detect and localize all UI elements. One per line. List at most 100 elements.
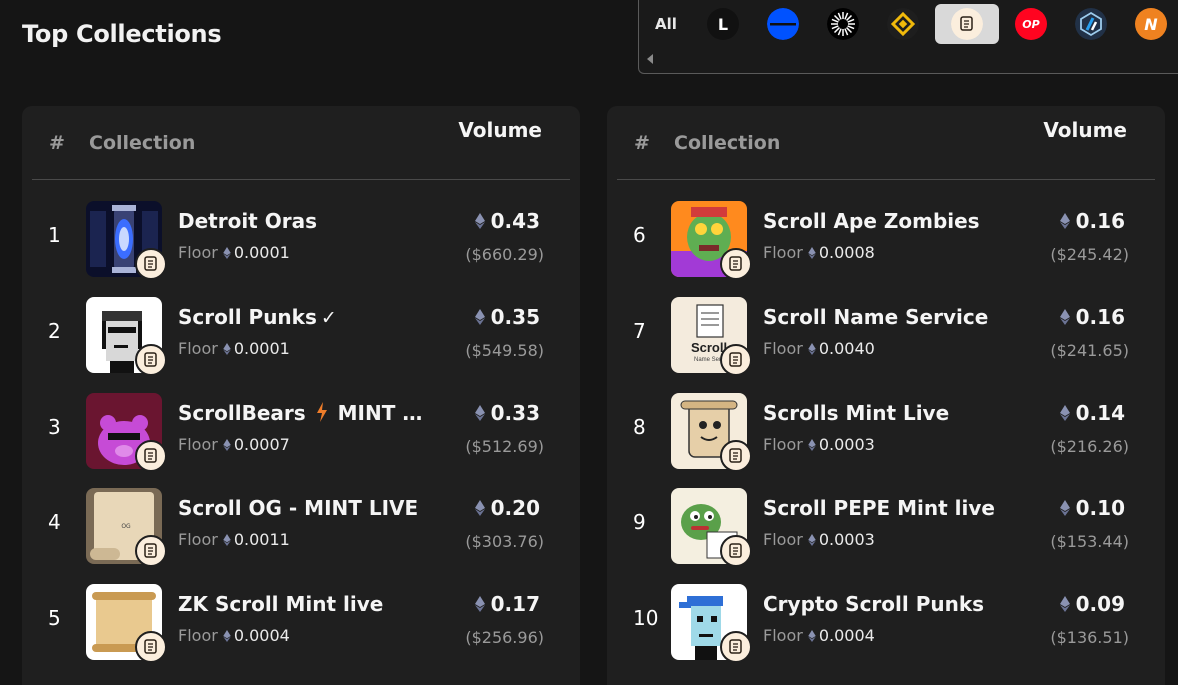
volume-eth: 0.43 [474, 209, 540, 233]
volume-eth: 0.09 [1059, 592, 1125, 617]
eth-icon [474, 500, 485, 517]
collection-name-text: Crypto Scroll Punks [763, 592, 985, 617]
col-volume-header[interactable]: Volume [458, 118, 542, 142]
volume-value: 0.17 [490, 592, 540, 617]
table-header: # Collection Volume [617, 106, 1155, 180]
col-rank-header: # [634, 132, 650, 154]
collection-name[interactable]: ScrollBears MINT LI... [178, 401, 433, 425]
collections-panel-left: # Collection Volume 1 Detroit Oras Floor… [22, 106, 580, 685]
base-icon [767, 8, 799, 40]
collection-row[interactable]: 7 Scroll Name Serv Scroll Name Service Fl… [607, 293, 1165, 389]
collection-name-text: Detroit Oras [178, 209, 317, 233]
volume-eth: 0.16 [1059, 305, 1125, 329]
collection-name[interactable]: Crypto Scroll Punks [763, 592, 984, 616]
eth-icon [1059, 596, 1070, 613]
collection-row[interactable]: 6 Scroll Ape Zombies Floor 0.0008 0.16 ($… [607, 197, 1165, 293]
floor-label: Floor [178, 434, 218, 454]
rank-number: 3 [48, 414, 61, 439]
collection-row[interactable]: 1 Detroit Oras Floor 0.0001 0.43 ($660.29… [22, 197, 580, 293]
volume-value: 0.09 [1075, 592, 1125, 617]
collection-name-text: ScrollBears [178, 400, 306, 425]
collection-list-right: 6 Scroll Ape Zombies Floor 0.0008 0.16 ($… [607, 197, 1165, 676]
volume-usd: ($256.96) [465, 628, 544, 648]
scroll-chain-badge-icon [135, 343, 167, 376]
floor-value: 0.0004 [818, 626, 875, 646]
floor-value: 0.0007 [233, 434, 290, 454]
chain-filter-zksync-sunburst[interactable] [813, 4, 873, 44]
floor-price: Floor 0.0004 [178, 626, 290, 645]
collection-name[interactable]: Scroll OG - MINT LIVE [178, 496, 418, 520]
collection-row[interactable]: 4 OG Scroll OG - MINT LIVE Floor 0.0011 0… [22, 484, 580, 580]
volume-usd: ($660.29) [465, 245, 544, 264]
floor-value: 0.0003 [818, 434, 875, 454]
floor-label: Floor [178, 338, 218, 358]
eth-icon [1059, 500, 1070, 517]
collection-name[interactable]: Scroll PEPE Mint live [763, 496, 995, 520]
collection-list-left: 1 Detroit Oras Floor 0.0001 0.43 ($660.29… [22, 197, 580, 676]
rank-number: 10 [633, 606, 659, 631]
eth-icon [808, 630, 816, 643]
col-collection-header: Collection [674, 132, 781, 154]
collection-name-suffix: MINT LI... [337, 400, 433, 425]
floor-label: Floor [178, 626, 218, 646]
chain-glyph: OP [1022, 17, 1040, 31]
collection-name[interactable]: Scroll Name Service [763, 305, 988, 329]
rank-number: 7 [633, 318, 646, 343]
volume-value: 0.33 [490, 400, 540, 425]
chain-filter-items: L OP N [693, 4, 1178, 44]
svg-text:OG: OG [121, 523, 131, 530]
collection-name[interactable]: Detroit Oras [178, 209, 317, 233]
volume-eth: 0.16 [1059, 209, 1125, 233]
bnb-icon [887, 8, 919, 40]
linea-icon: L [707, 8, 739, 40]
collection-row[interactable]: 8 Scrolls Mint Live Floor 0.0003 0.14 ($2… [607, 389, 1165, 485]
collection-row[interactable]: 2 Scroll Punks ✓ Floor 0.0001 0.35 ($549.5… [22, 293, 580, 389]
scroll-chain-badge-icon [135, 535, 167, 568]
collection-row[interactable]: 9 Scroll PEPE Mint live Floor 0.0003 0.10… [607, 484, 1165, 580]
collection-name-text: Scroll Punks [178, 304, 317, 329]
eth-icon [1059, 213, 1070, 229]
chain-filter-optimism[interactable]: OP [1001, 4, 1061, 44]
chain-filter-arbitrum[interactable] [1061, 4, 1121, 44]
chain-filter-bnb[interactable] [873, 4, 933, 44]
chain-filter-nova[interactable]: N [1121, 4, 1178, 44]
eth-icon [808, 247, 816, 259]
collection-name-text: Scroll OG - MINT LIVE [178, 496, 419, 521]
volume-eth: 0.35 [474, 305, 540, 329]
volume-value: 0.10 [1075, 496, 1125, 521]
floor-value: 0.0008 [818, 243, 875, 262]
scroll-chain-badge-icon [135, 631, 167, 664]
collection-name-text: Scrolls Mint Live [763, 400, 950, 425]
chain-filter-scroll-chain[interactable] [935, 4, 999, 44]
scroll-chain-badge-icon [135, 439, 167, 472]
eth-icon [808, 534, 816, 547]
floor-price: Floor 0.0008 [763, 243, 875, 262]
chain-scrollbar[interactable] [647, 52, 1167, 66]
collection-name[interactable]: Scrolls Mint Live [763, 401, 949, 425]
volume-usd: ($136.51) [1050, 628, 1129, 648]
scroll-chain-badge-icon [720, 631, 752, 664]
collection-row[interactable]: 3 ScrollBears MINT LI... Floor 0.0007 0.33… [22, 389, 580, 485]
chain-filter-linea[interactable]: L [693, 4, 753, 44]
collection-name[interactable]: Scroll Ape Zombies [763, 209, 980, 233]
eth-icon [223, 630, 231, 643]
collection-name[interactable]: ZK Scroll Mint live [178, 592, 383, 616]
volume-usd: ($153.44) [1050, 532, 1129, 552]
collection-name[interactable]: Scroll Punks ✓ [178, 305, 337, 329]
chain-filter-base[interactable] [753, 4, 813, 44]
scroll-left-arrow-icon[interactable] [647, 54, 653, 64]
zksync-sunburst-icon [827, 8, 859, 40]
volume-value: 0.20 [490, 496, 540, 521]
collection-row[interactable]: 10 Crypto Scroll Punks Floor 0.0004 0.09 … [607, 580, 1165, 676]
col-volume-header[interactable]: Volume [1043, 118, 1127, 142]
collection-row[interactable]: 5 ZK Scroll Mint live Floor 0.0004 0.17 (… [22, 580, 580, 676]
eth-icon [223, 247, 231, 259]
volume-eth: 0.33 [474, 400, 540, 425]
scroll-chain-icon [951, 8, 983, 40]
eth-icon [808, 438, 816, 451]
scroll-chain-badge-icon [720, 535, 752, 568]
floor-value: 0.0011 [233, 530, 290, 550]
chain-filter-all[interactable]: All [643, 4, 689, 44]
floor-label: Floor [178, 243, 218, 262]
page-title: Top Collections [22, 20, 222, 48]
